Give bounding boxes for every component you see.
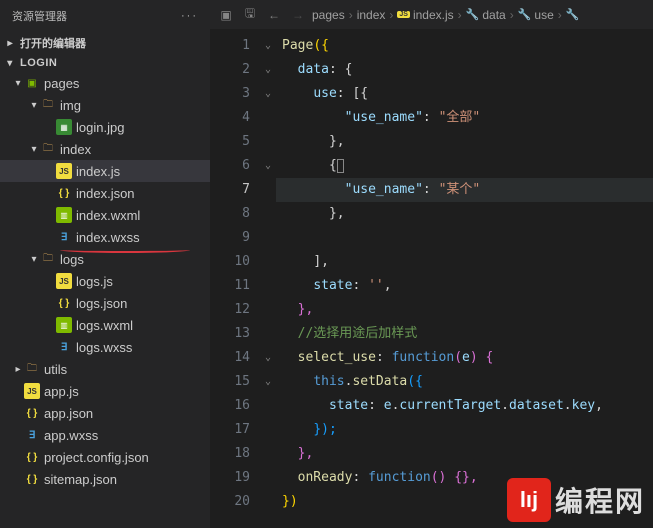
file-login-jpg[interactable]: ▦login.jpg bbox=[0, 116, 210, 138]
file-logs-json[interactable]: { }logs.json bbox=[0, 292, 210, 314]
save-icon[interactable]: 🖫 bbox=[240, 4, 260, 25]
bc-indexjs[interactable]: JSindex.js bbox=[397, 8, 453, 22]
code-area[interactable]: 1234567891011121314151617181920 ⌄⌄⌄⌄⌄⌄ P… bbox=[210, 30, 653, 528]
chevron-right-icon: › bbox=[458, 8, 462, 22]
breadcrumb: pages › index › JSindex.js › 🔧data › 🔧us… bbox=[312, 8, 647, 22]
fold-gutter: ⌄⌄⌄⌄⌄⌄ bbox=[260, 30, 276, 528]
compile-icon[interactable]: ▣ bbox=[216, 8, 236, 22]
folder-logs[interactable]: ▾🗀logs bbox=[0, 248, 210, 270]
folder-pages[interactable]: ▾▣pages bbox=[0, 72, 210, 94]
file-logs-wxss[interactable]: ∃logs.wxss bbox=[0, 336, 210, 358]
more-icon[interactable]: ··· bbox=[181, 10, 198, 22]
forward-icon[interactable]: → bbox=[288, 8, 308, 22]
fold-icon[interactable]: ⌄ bbox=[260, 82, 276, 106]
file-index-wxml[interactable]: ▥index.wxml bbox=[0, 204, 210, 226]
cursor bbox=[337, 159, 344, 173]
fold-icon[interactable]: ⌄ bbox=[260, 370, 276, 394]
chevron-right-icon: › bbox=[349, 8, 353, 22]
explorer-title: 资源管理器 bbox=[12, 8, 67, 24]
chevron-right-icon: › bbox=[389, 8, 393, 22]
fold-icon[interactable]: ⌄ bbox=[260, 34, 276, 58]
file-logs-wxml[interactable]: ▥logs.wxml bbox=[0, 314, 210, 336]
chevron-right-icon: ▸ bbox=[4, 38, 16, 49]
file-index-js[interactable]: JSindex.js bbox=[0, 160, 210, 182]
key-icon: 🔧 bbox=[566, 8, 580, 21]
file-logs-js[interactable]: JSlogs.js bbox=[0, 270, 210, 292]
file-index-wxss[interactable]: ∃index.wxss bbox=[0, 226, 210, 248]
chevron-right-icon: › bbox=[558, 8, 562, 22]
sidebar: 资源管理器 ··· ▸ 打开的编辑器 ▾ LOGIN ▾▣pages ▾🗀img… bbox=[0, 0, 210, 528]
chevron-right-icon: › bbox=[510, 8, 514, 22]
file-app-json[interactable]: { }app.json bbox=[0, 402, 210, 424]
fold-icon[interactable]: ⌄ bbox=[260, 58, 276, 82]
editor-toolbar: ▣ 🖫 ← → pages › index › JSindex.js › 🔧da… bbox=[210, 0, 653, 30]
folder-index[interactable]: ▾🗀index bbox=[0, 138, 210, 160]
file-index-json[interactable]: { }index.json bbox=[0, 182, 210, 204]
section-project[interactable]: ▾ LOGIN bbox=[0, 54, 210, 72]
bc-use[interactable]: 🔧use bbox=[518, 8, 554, 22]
file-app-wxss[interactable]: ∃app.wxss bbox=[0, 424, 210, 446]
sidebar-header: 资源管理器 ··· bbox=[0, 0, 210, 32]
chevron-down-icon: ▾ bbox=[4, 58, 16, 69]
file-sitemap-json[interactable]: { }sitemap.json bbox=[0, 468, 210, 490]
code-content[interactable]: Page({ data: { use: [{ "use_name": "全部" … bbox=[276, 30, 653, 528]
file-project-config[interactable]: { }project.config.json bbox=[0, 446, 210, 468]
back-icon[interactable]: ← bbox=[264, 8, 284, 22]
line-gutter: 1234567891011121314151617181920 bbox=[210, 30, 260, 528]
folder-utils[interactable]: ▸🗀utils bbox=[0, 358, 210, 380]
fold-icon[interactable]: ⌄ bbox=[260, 154, 276, 178]
fold-icon[interactable]: ⌄ bbox=[260, 346, 276, 370]
key-icon: 🔧 bbox=[466, 8, 480, 21]
bc-index[interactable]: index bbox=[357, 8, 386, 22]
file-app-js[interactable]: JSapp.js bbox=[0, 380, 210, 402]
section-open-editors[interactable]: ▸ 打开的编辑器 bbox=[0, 32, 210, 54]
folder-img[interactable]: ▾🗀img bbox=[0, 94, 210, 116]
key-icon: 🔧 bbox=[518, 8, 532, 21]
bc-pages[interactable]: pages bbox=[312, 8, 345, 22]
editor: ▣ 🖫 ← → pages › index › JSindex.js › 🔧da… bbox=[210, 0, 653, 528]
file-tree: ▾▣pages ▾🗀img ▦login.jpg ▾🗀index JSindex… bbox=[0, 72, 210, 528]
bc-data[interactable]: 🔧data bbox=[466, 8, 506, 22]
